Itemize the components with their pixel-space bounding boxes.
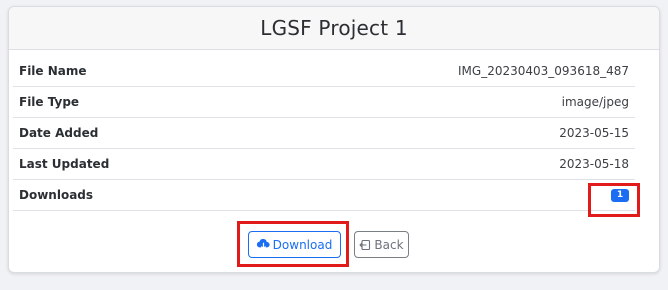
detail-value: 2023-05-18 <box>559 157 629 171</box>
detail-row-file-type: File Type image/jpeg <box>13 87 635 118</box>
detail-label: File Name <box>19 64 87 78</box>
detail-label: Downloads <box>19 188 94 202</box>
download-button-label: Download <box>272 237 333 252</box>
detail-row-date-added: Date Added 2023-05-15 <box>13 118 635 149</box>
badge-highlight-box <box>588 183 640 217</box>
detail-value: IMG_20230403_093618_487 <box>458 64 629 78</box>
cloud-download-icon <box>256 239 270 250</box>
back-button[interactable]: Back <box>354 231 409 258</box>
detail-label: Last Updated <box>19 157 110 171</box>
download-button[interactable]: Download <box>248 231 341 258</box>
card-header: LGSF Project 1 <box>9 7 659 50</box>
box-arrow-left-icon <box>359 239 371 251</box>
detail-row-downloads: Downloads 1 <box>13 180 635 211</box>
detail-row-file-name: File Name IMG_20230403_093618_487 <box>13 56 635 87</box>
detail-row-last-updated: Last Updated 2023-05-18 <box>13 149 635 180</box>
detail-label: File Type <box>19 95 80 109</box>
page-title: LGSF Project 1 <box>260 16 408 40</box>
detail-value: image/jpeg <box>561 95 629 109</box>
detail-label: Date Added <box>19 126 99 140</box>
detail-value: 2023-05-15 <box>559 126 629 140</box>
back-button-label: Back <box>374 237 404 252</box>
file-details-table: File Name IMG_20230403_093618_487 File T… <box>13 56 635 211</box>
